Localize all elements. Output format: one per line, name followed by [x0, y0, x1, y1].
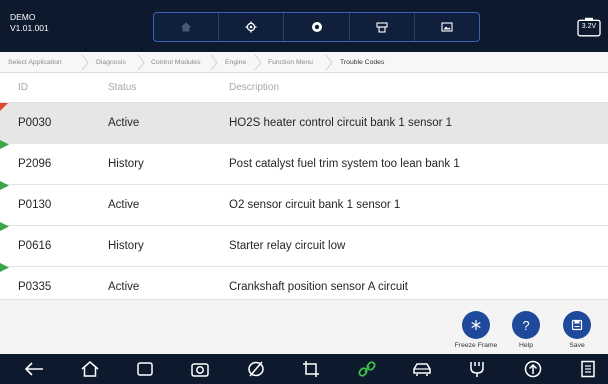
green-flag-marker — [0, 263, 9, 272]
brand-title: DEMO — [10, 12, 36, 22]
red-flag-marker — [0, 103, 8, 111]
top-toolbar — [153, 12, 480, 42]
dtc-id: P0616 — [18, 240, 52, 252]
save-icon — [571, 319, 583, 331]
settings-button[interactable] — [219, 13, 285, 41]
home-icon — [81, 361, 99, 377]
vci-button[interactable] — [465, 357, 489, 381]
column-header-description: Description — [229, 82, 280, 93]
camera-icon — [191, 363, 209, 377]
table-row[interactable]: P2096 History Post catalyst fuel trim sy… — [0, 144, 608, 185]
column-header-id: ID — [18, 82, 28, 93]
dtc-status: Active — [108, 199, 140, 211]
top-bar: DEMO V1.01.001 3.2V — [0, 0, 608, 52]
breadcrumb-trouble-codes: Trouble Codes — [340, 59, 385, 66]
document-button[interactable] — [576, 357, 600, 381]
chevron-right-icon — [81, 54, 89, 71]
home-icon — [181, 22, 192, 32]
vci-link-button[interactable] — [355, 357, 379, 381]
dtc-status: History — [108, 158, 144, 170]
chevron-right-icon — [137, 54, 145, 71]
gear-icon — [245, 21, 257, 33]
battery-indicator: 3.2V — [577, 17, 601, 37]
browser-button[interactable] — [244, 357, 268, 381]
table-row[interactable]: P0130 Active O2 sensor circuit bank 1 se… — [0, 185, 608, 226]
record-icon — [311, 22, 322, 32]
save-label: Save — [569, 342, 585, 349]
column-header-status: Status — [108, 82, 137, 93]
print-button[interactable] — [350, 13, 415, 41]
brand-label: DEMO V1.01.001 — [10, 12, 49, 34]
home-nav-button[interactable] — [78, 357, 102, 381]
snowflake-icon — [471, 320, 481, 330]
dtc-description: Post catalyst fuel trim system too lean … — [229, 158, 460, 170]
print-icon — [376, 22, 388, 33]
freeze-frame-button[interactable] — [462, 311, 490, 339]
vehicle-button[interactable] — [410, 357, 434, 381]
brand-version: V1.01.001 — [10, 23, 49, 33]
green-flag-marker — [0, 222, 9, 231]
system-nav-bar — [0, 354, 608, 384]
table-row[interactable]: P0335 Active Crankshaft position sensor … — [0, 267, 608, 299]
upload-button[interactable] — [521, 357, 545, 381]
table-row[interactable]: P0616 History Starter relay circuit low — [0, 226, 608, 267]
upload-icon — [524, 360, 542, 378]
table-header: ID Status Description — [0, 73, 608, 103]
dtc-id: P2096 — [18, 158, 52, 170]
dtc-description: O2 sensor circuit bank 1 sensor 1 — [229, 199, 401, 211]
dtc-id: P0130 — [18, 199, 52, 211]
dtc-id: P0030 — [18, 117, 52, 129]
breadcrumb: Select Application Diagnosis Control Mod… — [0, 52, 608, 73]
document-icon — [581, 360, 595, 378]
camera-button[interactable] — [188, 357, 212, 381]
trouble-code-list: P0030 Active HO2S heater control circuit… — [0, 103, 608, 299]
chevron-right-icon — [325, 54, 333, 71]
battery-voltage: 3.2V — [581, 23, 597, 30]
screenshot-button[interactable] — [415, 13, 479, 41]
back-button[interactable] — [22, 357, 46, 381]
dtc-status: History — [108, 240, 144, 252]
dtc-id: P0335 — [18, 281, 52, 293]
recent-apps-button[interactable] — [133, 357, 157, 381]
breadcrumb-select-application[interactable]: Select Application — [8, 52, 62, 73]
question-mark-icon: ? — [522, 317, 530, 333]
link-icon — [358, 361, 376, 377]
vehicle-icon — [413, 363, 431, 376]
green-flag-marker — [0, 181, 9, 190]
recent-apps-icon — [137, 362, 153, 376]
crop-button[interactable] — [299, 357, 323, 381]
dtc-description: Crankshaft position sensor A circuit — [229, 281, 408, 293]
browser-icon — [248, 361, 264, 377]
chevron-right-icon — [210, 54, 218, 71]
breadcrumb-diagnosis[interactable]: Diagnosis — [96, 52, 126, 73]
home-button[interactable] — [154, 13, 220, 41]
breadcrumb-control-modules[interactable]: Control Modules — [151, 52, 201, 73]
chevron-right-icon — [254, 54, 262, 71]
green-flag-marker — [0, 140, 9, 149]
dtc-description: HO2S heater control circuit bank 1 senso… — [229, 117, 453, 129]
screenshot-icon — [441, 22, 453, 32]
action-bar: Freeze Frame ? Help Save — [0, 299, 608, 354]
table-row[interactable]: P0030 Active HO2S heater control circuit… — [0, 103, 608, 144]
help-button[interactable]: ? — [512, 311, 540, 339]
breadcrumb-engine[interactable]: Engine — [225, 52, 246, 73]
dtc-status: Active — [108, 117, 140, 129]
breadcrumb-function-menu[interactable]: Function Menu — [268, 52, 313, 73]
dtc-description: Starter relay circuit low — [229, 240, 346, 252]
crop-icon — [303, 361, 319, 377]
save-button[interactable] — [563, 311, 591, 339]
record-button[interactable] — [284, 13, 350, 41]
dtc-status: Active — [108, 281, 140, 293]
back-icon — [24, 362, 43, 376]
vci-icon — [470, 362, 484, 377]
